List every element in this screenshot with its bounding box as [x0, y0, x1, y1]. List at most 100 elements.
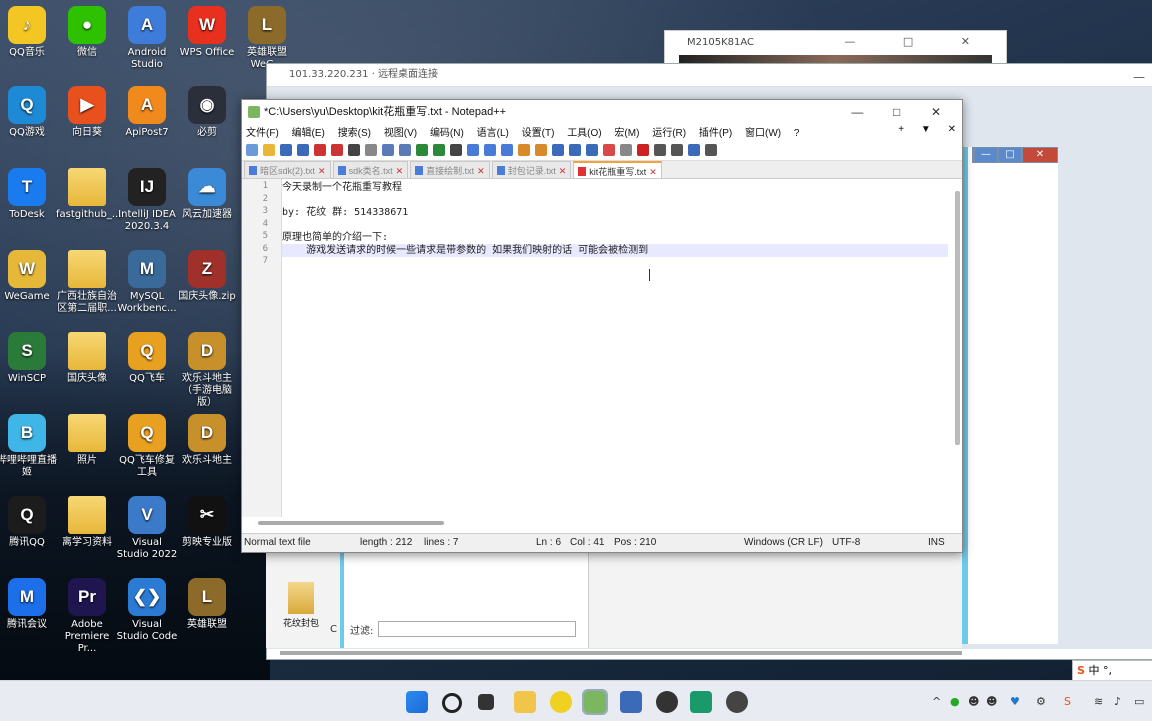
desktop-icon[interactable]: M 腾讯会议 [0, 578, 58, 631]
desktop-icon[interactable]: Q QQ游戏 [0, 86, 58, 139]
tab-close-icon[interactable]: ✕ [318, 166, 326, 176]
close-doc-icon[interactable]: ✕ [948, 124, 956, 135]
code-line[interactable]: 今天录制一个花瓶重写教程 [282, 181, 948, 194]
phone-window-controls[interactable]: — □ ✕ [844, 35, 992, 48]
desktop-icon[interactable]: ♪ QQ音乐 [0, 6, 58, 59]
toolbar-tool-icon[interactable] [569, 144, 581, 156]
toolbar-tool-icon[interactable] [705, 144, 717, 156]
tray-overflow-icon[interactable]: ^ [932, 695, 941, 708]
menu-settings[interactable]: 设置(T) [522, 128, 555, 139]
desktop-icon[interactable]: Pr Adobe Premiere Pr... [56, 578, 118, 655]
volume-icon[interactable]: ♪ [1114, 695, 1121, 708]
obs-taskbar-icon[interactable] [656, 691, 678, 713]
toolbar-tool-icon[interactable] [671, 144, 683, 156]
tab-file-3[interactable]: 直接绘制.txt ✕ [410, 161, 490, 178]
close-button[interactable]: ✕ [918, 100, 954, 124]
file-explorer-icon[interactable] [514, 691, 536, 713]
tab-close-icon[interactable]: ✕ [396, 166, 404, 176]
desktop-icon[interactable]: ✂ 剪映专业版 [176, 496, 238, 549]
rdp-horizontal-scrollbar[interactable] [280, 651, 962, 655]
desktop-icon[interactable]: 照片 [56, 414, 118, 467]
vertical-scrollbar[interactable] [955, 191, 960, 445]
desktop-icon[interactable]: M MySQL Workbenc... [116, 250, 178, 315]
toolbar-tool-icon[interactable] [314, 144, 326, 156]
ime-bar[interactable]: S 中 °, [1072, 660, 1152, 682]
toolbar-tool-icon[interactable] [586, 144, 598, 156]
wechat-tray-icon[interactable]: ● [950, 695, 960, 708]
desktop-icon[interactable]: D 欢乐斗地主 [176, 414, 238, 467]
desktop-icon[interactable]: A Android Studio [116, 6, 178, 71]
tab-file-active[interactable]: kit花瓶重写.txt ✕ [573, 161, 662, 178]
desktop-icon[interactable]: Q QQ飞车修复工具 [116, 414, 178, 479]
menu-run[interactable]: 运行(R) [652, 128, 686, 139]
desktop-icon[interactable]: B 哔哩哔哩直播姬 [0, 414, 58, 479]
desktop-icon[interactable]: 广西壮族自治区第二届职... [56, 250, 118, 315]
desktop-icon[interactable]: 国庆头像 [56, 332, 118, 385]
desktop-icon[interactable]: W WeGame [0, 250, 58, 303]
code-line[interactable]: by: 花纹 群: 514338671 [282, 206, 948, 219]
tab-close-icon[interactable]: ✕ [477, 166, 485, 176]
qq-tray-icon-2[interactable]: ☻ [986, 695, 997, 708]
code-line[interactable] [282, 219, 948, 232]
desktop-icon[interactable]: V Visual Studio 2022 [116, 496, 178, 561]
desktop-icon[interactable]: A ApiPost7 [116, 86, 178, 139]
toolbar-tool-icon[interactable] [348, 144, 360, 156]
desktop-icon[interactable]: Q 腾讯QQ [0, 496, 58, 549]
rdp-inner-minimize-button[interactable]: — [975, 148, 997, 162]
menu-plugins[interactable]: 插件(P) [699, 128, 732, 139]
desktop-icon[interactable]: 离学习资料 [56, 496, 118, 549]
menu-help[interactable]: ? [794, 128, 800, 139]
phone-taskbar-icon[interactable] [690, 691, 712, 713]
code-line[interactable]: 游戏发送请求的时候一些请求是带参数的 如果我们映射的话 可能会被检测到 [282, 243, 948, 257]
desktop-icon[interactable]: D 欢乐斗地主（手游电脑版） [176, 332, 238, 409]
desktop-icon[interactable]: ▶ 向日葵 [56, 86, 118, 139]
menu-window[interactable]: 窗口(W) [745, 128, 781, 139]
phone-mirror-window[interactable]: M2105K81AC — □ ✕ [664, 30, 1007, 66]
sogou-tray-icon[interactable]: S [1064, 695, 1071, 708]
toolbar-tool-icon[interactable] [654, 144, 666, 156]
desktop-icon[interactable]: Q QQ飞车 [116, 332, 178, 385]
menu-encoding[interactable]: 编码(N) [430, 128, 464, 139]
qq-tray-icon[interactable]: ☻ [968, 695, 979, 708]
desktop-icon[interactable]: T ToDesk [0, 168, 58, 221]
toolbar-tool-icon[interactable] [501, 144, 513, 156]
menu-tools[interactable]: 工具(O) [567, 128, 601, 139]
menu-view[interactable]: 视图(V) [384, 128, 417, 139]
toolbar-tool-icon[interactable] [552, 144, 564, 156]
filter-input[interactable] [378, 621, 576, 637]
rdp-minimize-button[interactable]: — [1133, 66, 1145, 88]
toolbar-tool-icon[interactable] [331, 144, 343, 156]
remote-desktop-taskbar-icon[interactable] [620, 691, 642, 713]
search-icon[interactable] [442, 693, 462, 713]
toolbar-tool-icon[interactable] [280, 144, 292, 156]
toolbar-tool-icon[interactable] [246, 144, 258, 156]
code-line[interactable] [282, 256, 948, 269]
desktop-icon[interactable]: W WPS Office [176, 6, 238, 59]
tab-close-icon[interactable]: ✕ [559, 166, 567, 176]
toolbar-tool-icon[interactable] [365, 144, 377, 156]
rdp-inner-maximize-button[interactable]: □ [999, 148, 1021, 162]
toolbar-tool-icon[interactable] [399, 144, 411, 156]
battery-icon[interactable]: ▭ [1134, 695, 1144, 708]
toolbar-tool-icon[interactable] [467, 144, 479, 156]
settings-tray-icon[interactable]: ⚙ [1036, 695, 1046, 708]
desktop-icon[interactable]: L英雄联盟 WeG... [236, 6, 298, 71]
toolbar-tool-icon[interactable] [484, 144, 496, 156]
notepadpp-taskbar-icon[interactable] [582, 689, 608, 715]
toolbar-tool-icon[interactable] [535, 144, 547, 156]
tab-file-2[interactable]: sdk类名.txt ✕ [332, 161, 409, 178]
desktop-icon[interactable]: Z 国庆头像.zip [176, 250, 238, 303]
menu-file[interactable]: 文件(F) [246, 128, 279, 139]
toolbar-tool-icon[interactable] [297, 144, 309, 156]
menu-macro[interactable]: 宏(M) [614, 128, 639, 139]
tab-list-icon[interactable]: ▼ [921, 124, 931, 135]
desktop-icon[interactable]: S WinSCP [0, 332, 58, 385]
maximize-button[interactable]: □ [879, 100, 915, 124]
new-tab-icon[interactable]: + [898, 124, 904, 135]
minimize-button[interactable]: — [839, 100, 875, 124]
desktop-icon[interactable]: ● 微信 [56, 6, 118, 59]
horizontal-scrollbar[interactable] [258, 521, 444, 525]
menu-edit[interactable]: 编辑(E) [292, 128, 325, 139]
desktop-icon[interactable]: IJ IntelliJ IDEA 2020.3.4 [116, 168, 178, 233]
notepad-window[interactable]: *C:\Users\yu\Desktop\kit花瓶重写.txt - Notep… [241, 99, 963, 553]
